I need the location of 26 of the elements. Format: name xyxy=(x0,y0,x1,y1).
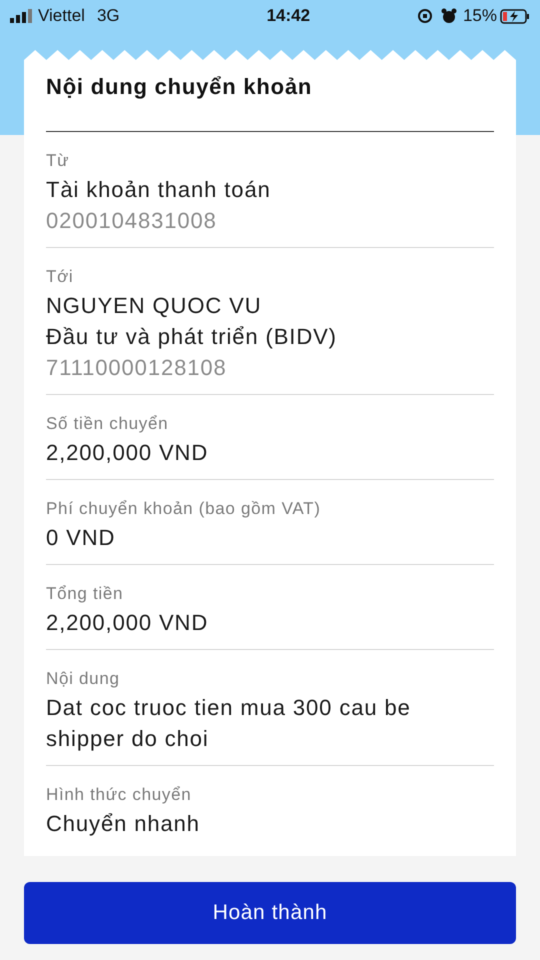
battery-charging-icon xyxy=(500,8,530,24)
field-label: Nội dung xyxy=(46,668,121,690)
field-value: Tài khoản thanh toán xyxy=(46,176,272,204)
field-label: Hình thức chuyển xyxy=(46,784,192,806)
signal-icon xyxy=(10,9,32,23)
field-label: Từ xyxy=(46,150,70,172)
field-value: Đầu tư và phát triển (BIDV) xyxy=(46,323,338,351)
field-label: Tới xyxy=(46,266,74,288)
field-label: Số tiền chuyển xyxy=(46,413,170,435)
field-value: 0200104831008 xyxy=(46,207,218,235)
field-value: 0 VND xyxy=(46,524,116,552)
field-value: 71110000128108 xyxy=(46,354,228,382)
battery-percent: 15% xyxy=(462,5,497,28)
field-label: Tổng tiền xyxy=(46,583,124,605)
field-value: NGUYEN QUOC VU xyxy=(46,292,263,320)
complete-button[interactable]: Hoàn thành xyxy=(24,882,516,944)
carrier-name: Viettel xyxy=(38,5,85,28)
field-value: 2,200,000 VND xyxy=(46,439,210,467)
field-value: 2,200,000 VND xyxy=(46,609,210,637)
rotation-lock-icon xyxy=(416,8,433,24)
clock: 14:42 xyxy=(266,5,310,28)
field-value: Dat coc truoc tien mua 300 cau be shipper do choi xyxy=(46,694,412,753)
network-type: 3G xyxy=(96,5,120,28)
receipt-title: Nội dung chuyển khoản xyxy=(46,73,314,101)
field-value: Chuyển nhanh xyxy=(46,810,201,838)
field-label: Phí chuyển khoản (bao gồm VAT) xyxy=(46,498,322,520)
